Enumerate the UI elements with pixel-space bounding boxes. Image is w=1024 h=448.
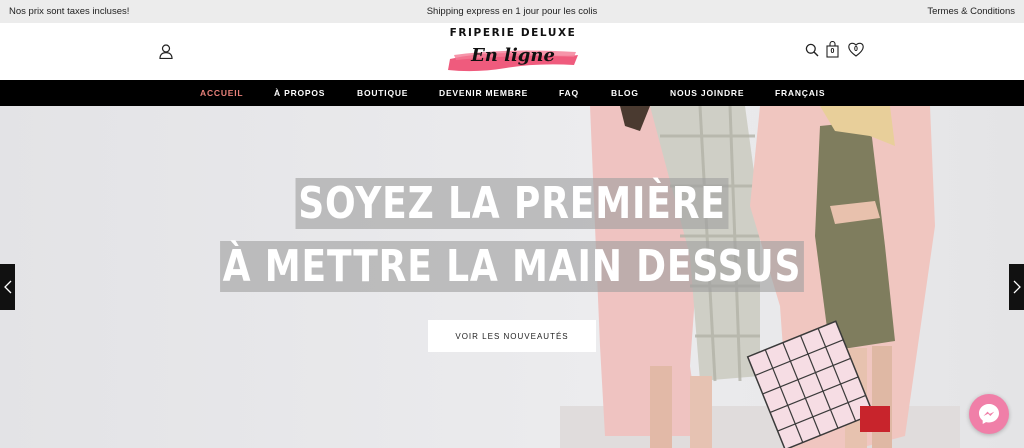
hero-slider: SOYEZ LA PREMIÈRE À METTRE LA MAIN DESSU… bbox=[0, 106, 1024, 448]
logo-brand-text: FRIPERIE DELUXE bbox=[449, 27, 577, 39]
main-navigation: ACCUEIL À PROPOS BOUTIQUE DEVENIR MEMBRE… bbox=[0, 80, 1024, 106]
cart-button[interactable]: 0 bbox=[826, 40, 839, 58]
site-logo[interactable]: FRIPERIE DELUXE En ligne bbox=[440, 26, 586, 78]
user-icon[interactable] bbox=[159, 44, 173, 59]
slider-prev-button[interactable] bbox=[0, 264, 15, 310]
terms-link[interactable]: Termes & Conditions bbox=[927, 6, 1015, 17]
slider-next-button[interactable] bbox=[1009, 264, 1024, 310]
messenger-icon bbox=[979, 404, 999, 424]
search-icon[interactable] bbox=[805, 43, 819, 57]
nav-item-accueil[interactable]: ACCUEIL bbox=[200, 88, 243, 98]
hero-headline-line2: À METTRE LA MAIN DESSUS bbox=[92, 238, 932, 296]
chevron-right-icon bbox=[1013, 280, 1021, 294]
hero-headline-line1: SOYEZ LA PREMIÈRE bbox=[92, 175, 932, 233]
announcement-bar: Nos prix sont taxes incluses! Shipping e… bbox=[0, 0, 1024, 23]
nav-item-blog[interactable]: BLOG bbox=[611, 88, 639, 98]
nav-item-faq[interactable]: FAQ bbox=[559, 88, 579, 98]
messenger-chat-button[interactable] bbox=[969, 394, 1009, 434]
nav-item-devenir-membre[interactable]: DEVENIR MEMBRE bbox=[439, 88, 528, 98]
nav-item-boutique[interactable]: BOUTIQUE bbox=[357, 88, 408, 98]
chevron-left-icon bbox=[3, 280, 11, 294]
logo-script-text: En ligne bbox=[471, 45, 555, 66]
site-header: FRIPERIE DELUXE En ligne 0 0 bbox=[0, 23, 1024, 80]
nav-item-nous-joindre[interactable]: NOUS JOINDRE bbox=[670, 88, 744, 98]
nav-item-a-propos[interactable]: À PROPOS bbox=[274, 88, 325, 98]
nav-item-language[interactable]: FRANÇAIS bbox=[775, 88, 825, 98]
wishlist-count: 0 bbox=[854, 46, 858, 53]
shop-new-arrivals-button[interactable]: VOIR LES NOUVEAUTÉS bbox=[428, 320, 596, 352]
cart-count: 0 bbox=[830, 48, 835, 55]
wishlist-button[interactable]: 0 bbox=[848, 42, 864, 57]
shipping-notice: Shipping express en 1 jour pour les coli… bbox=[426, 6, 598, 17]
